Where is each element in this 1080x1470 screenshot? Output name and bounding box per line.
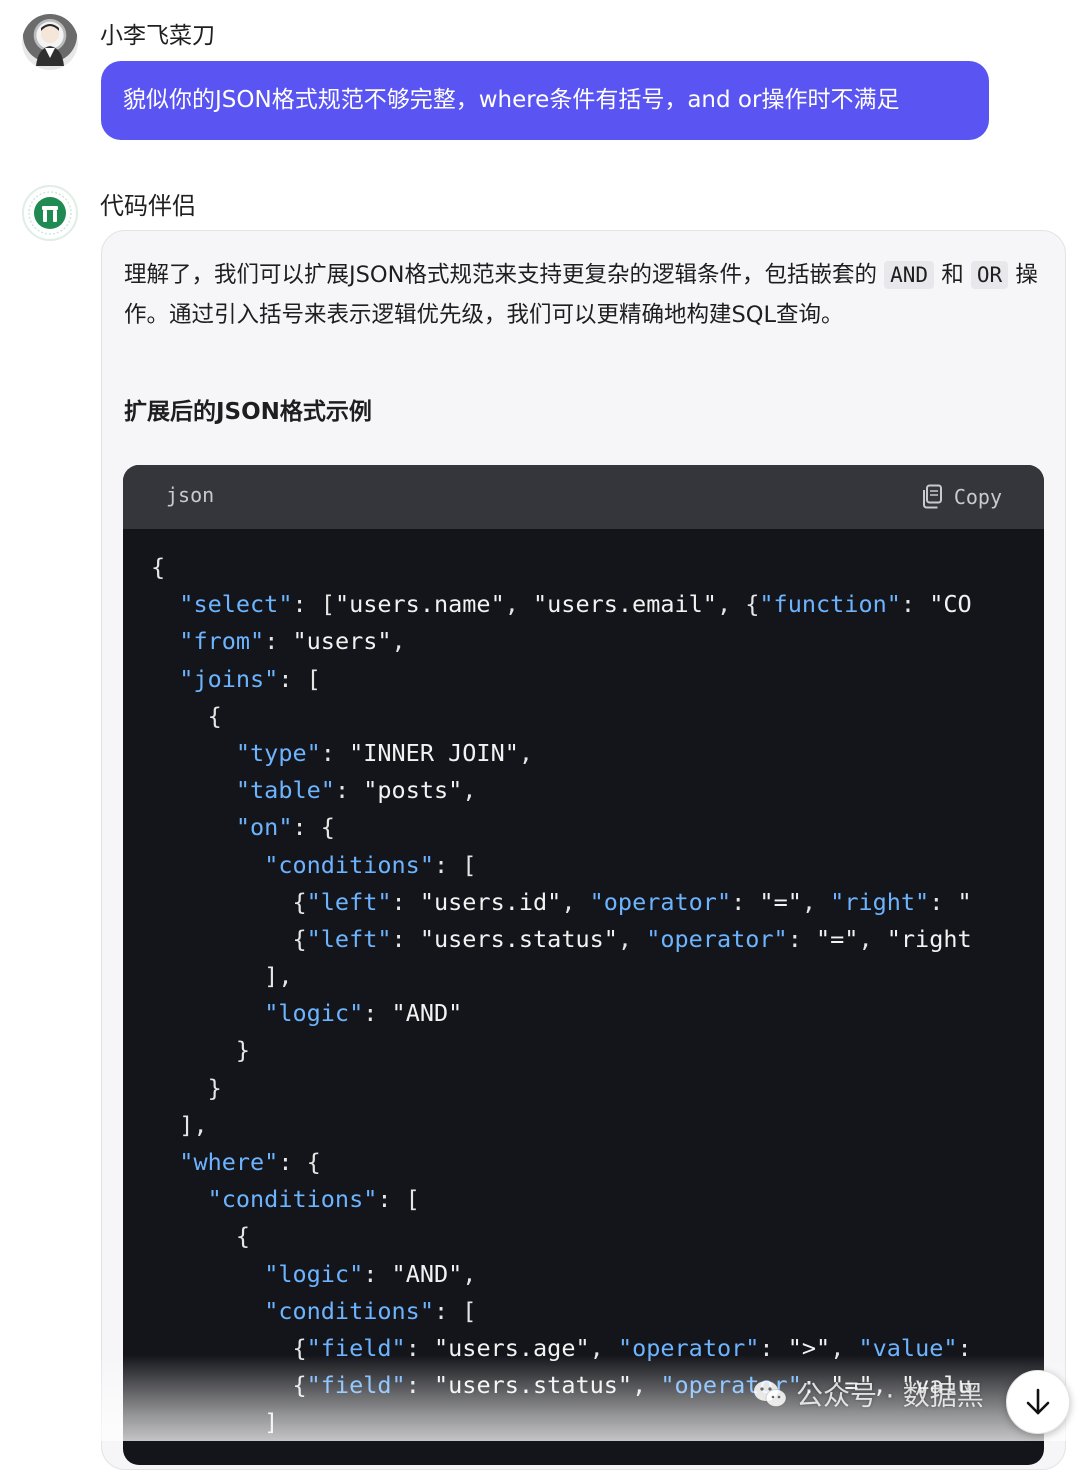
- wechat-icon: [754, 1380, 787, 1407]
- code-line: "type": "INNER JOIN",: [235, 738, 534, 767]
- code-block-header: json Copy: [123, 465, 1044, 529]
- code-line: }: [151, 1036, 251, 1065]
- watermark: 公众号 · 数据黑: [752, 1374, 984, 1413]
- code-line: "from": "users",: [179, 627, 406, 656]
- code-body[interactable]: { "select": ["users.name", "users.email"…: [151, 549, 1044, 1442]
- user-name: 小李飞菜刀: [100, 23, 215, 49]
- copy-label: Copy: [953, 485, 1002, 509]
- code-line: "conditions": [: [264, 1296, 477, 1325]
- code-line: {"field": "users.age", "operator": ">", …: [151, 1333, 972, 1362]
- user-message-bubble: 貌似你的JSON格式规范不够完整，where条件有括号，and or操作时不满足: [101, 61, 989, 140]
- scroll-down-button[interactable]: [1006, 1370, 1070, 1434]
- para-text-1: 理解了，我们可以扩展JSON格式规范来支持更复杂的逻辑条件，包括嵌套的: [124, 262, 885, 288]
- code-line: "logic": "AND": [264, 999, 463, 1028]
- code-line: {: [151, 1222, 251, 1251]
- arrow-down-icon: [1026, 1388, 1050, 1415]
- code-line: "logic": "AND",: [264, 1259, 477, 1288]
- code-line: {"left": "users.id", "operator": "=", "r…: [151, 887, 972, 916]
- bot-intro-paragraph: 理解了，我们可以扩展JSON格式规范来支持更复杂的逻辑条件，包括嵌套的 AND …: [124, 255, 1049, 335]
- inline-code-or: OR: [970, 261, 1009, 289]
- code-language-label: json: [166, 483, 215, 507]
- section-heading: 扩展后的JSON格式示例: [124, 399, 372, 425]
- code-line: ],: [151, 1110, 208, 1139]
- user-avatar[interactable]: [22, 14, 78, 70]
- code-line: "joins": [: [179, 664, 321, 693]
- code-line: {: [151, 701, 222, 730]
- inline-code-and: AND: [884, 261, 935, 289]
- para-text-2: 和: [934, 262, 971, 288]
- code-line: ],: [151, 962, 293, 991]
- code-line: "select": ["users.name", "users.email", …: [179, 590, 972, 619]
- code-line: "conditions": [: [264, 850, 477, 879]
- bot-avatar[interactable]: [22, 185, 78, 241]
- code-line: "table": "posts",: [235, 776, 477, 805]
- code-line: }: [151, 1073, 222, 1102]
- copy-icon: [922, 484, 942, 509]
- bot-name: 代码伴侣: [100, 192, 196, 220]
- code-line: {"left": "users.status", "operator": "="…: [151, 924, 972, 953]
- copy-button[interactable]: Copy: [920, 481, 1002, 513]
- code-line: "on": {: [235, 813, 335, 842]
- code-line: "conditions": [: [207, 1185, 420, 1214]
- code-line: {: [151, 553, 166, 581]
- code-block: json Copy { "select": ["users.name", "us…: [123, 465, 1044, 1465]
- watermark-text: 公众号 · 数据黑: [796, 1381, 984, 1412]
- code-line: "where": {: [179, 1148, 321, 1176]
- bot-logo-icon: [28, 191, 72, 235]
